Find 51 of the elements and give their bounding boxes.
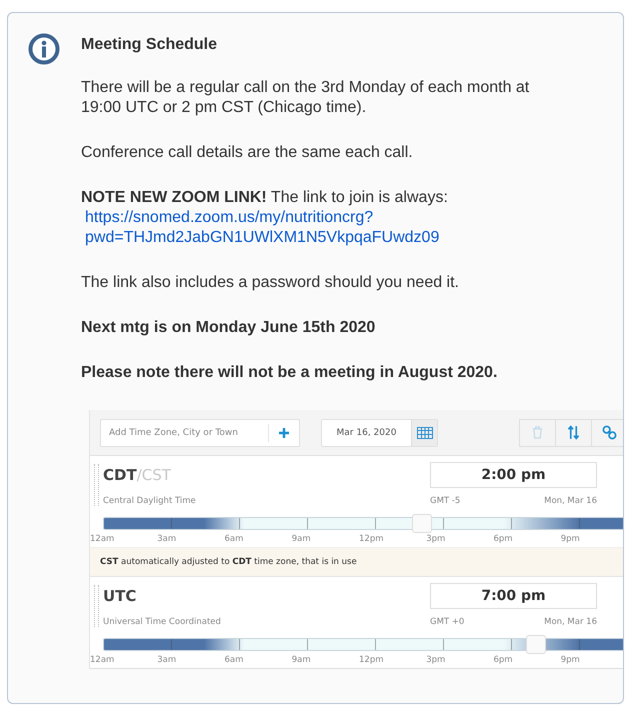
date-field[interactable]: Mar 16, 2020: [321, 418, 438, 446]
info-icon: [28, 33, 60, 65]
hour-label: 9pm: [560, 654, 581, 666]
zone-date: Mon, Mar 16: [544, 495, 597, 508]
hour-label: 3pm: [426, 654, 446, 666]
hour-label: 12pm: [359, 654, 384, 666]
hour-label: 3pm: [426, 532, 446, 546]
slider-handle[interactable]: [526, 635, 546, 654]
link-icon: [602, 425, 617, 440]
hour-label: 9am: [292, 654, 312, 666]
hour-label: 9pm: [560, 532, 581, 546]
hour-label: 6pm: [494, 532, 514, 546]
hour-label: 6pm: [494, 654, 514, 666]
grid-icon: [416, 426, 432, 438]
trash-icon: [532, 426, 543, 439]
zone-name: Universal Time Coordinated: [103, 616, 222, 629]
paragraph: NOTE NEW ZOOM LINK! The link to join is always:: [81, 188, 449, 208]
link-button[interactable]: [591, 418, 623, 446]
zone-abbreviation: UTC: [103, 587, 136, 605]
gmt-offset: GMT -5: [430, 495, 460, 508]
timeline-track[interactable]: [103, 638, 623, 651]
paragraph: Conference call details are the same each call.: [81, 143, 414, 163]
paragraph: Next mtg is on Monday June 15th 2020: [81, 318, 376, 338]
hour-label: 9am: [292, 532, 312, 546]
drag-handle-icon[interactable]: [94, 464, 99, 506]
paragraph: There will be a regular call on the 3rd Monday of each month at 19:00 UTC or 2 pm CST (Chicago time).: [81, 78, 530, 118]
time-field[interactable]: 7:00 pm: [430, 583, 597, 609]
slider-handle[interactable]: [412, 514, 432, 533]
panel-title: Meeting Schedule: [81, 35, 218, 55]
hour-label: 3am: [157, 654, 178, 666]
calendar-button[interactable]: [411, 420, 437, 446]
time-field[interactable]: 2:00 pm: [430, 462, 597, 488]
adjustment-note: CST automatically adjusted to CDT time zone, that is in use: [90, 547, 623, 577]
hour-label: 12pm: [359, 532, 384, 546]
alternate-abbreviation: /CST: [136, 466, 171, 484]
zone-date: Mon, Mar 16: [544, 616, 597, 629]
hour-label: 12am: [90, 532, 116, 546]
sort-icon: [568, 425, 579, 440]
zoom-link[interactable]: https://snomed.zoom.us/my/nutritioncrg?pwd=THJmd2JabGN1UWlXM1N5VkpqaFUwdz09: [81, 208, 485, 248]
zone-abbreviation: CDT: [103, 466, 137, 484]
paragraph: The link also includes a password should you need it.: [81, 273, 460, 293]
gmt-offset: GMT +0: [430, 616, 464, 629]
sort-button[interactable]: [555, 418, 592, 446]
hour-label: 6am: [224, 532, 244, 546]
timeline-track[interactable]: [103, 517, 623, 530]
hour-label: 6am: [224, 654, 244, 666]
zone-name: Central Daylight Time: [103, 495, 197, 508]
hour-label: 12am: [90, 654, 116, 666]
hour-label: 3am: [157, 532, 178, 546]
paragraph: Please note there will not be a meeting in August 2020.: [81, 363, 498, 383]
drag-handle-icon[interactable]: [94, 585, 99, 627]
